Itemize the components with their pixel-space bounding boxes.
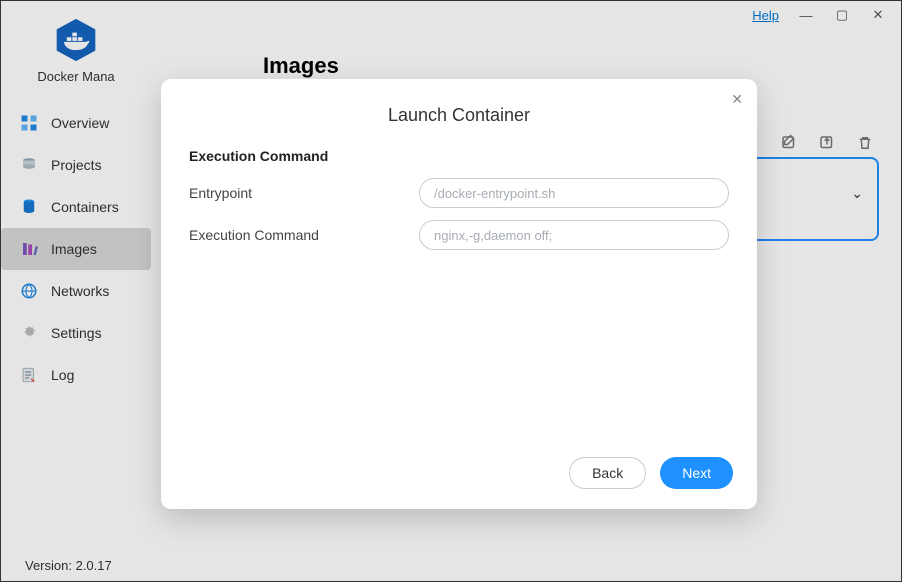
modal-body: Execution Command Entrypoint Execution C… [161, 126, 757, 457]
exec-cmd-input[interactable] [419, 220, 729, 250]
section-title: Execution Command [189, 148, 729, 164]
close-icon[interactable]: ✕ [731, 91, 743, 108]
entrypoint-input[interactable] [419, 178, 729, 208]
entrypoint-row: Entrypoint [189, 178, 729, 208]
exec-cmd-row: Execution Command [189, 220, 729, 250]
entrypoint-label: Entrypoint [189, 185, 399, 201]
launch-container-modal: ✕ Launch Container Execution Command Ent… [161, 79, 757, 509]
next-button[interactable]: Next [660, 457, 733, 489]
back-button[interactable]: Back [569, 457, 646, 489]
modal-footer: Back Next [161, 457, 757, 509]
exec-cmd-label: Execution Command [189, 227, 399, 243]
modal-title: Launch Container [161, 105, 757, 126]
app-window: Docker Mana Overview Projects Containers [0, 0, 902, 582]
